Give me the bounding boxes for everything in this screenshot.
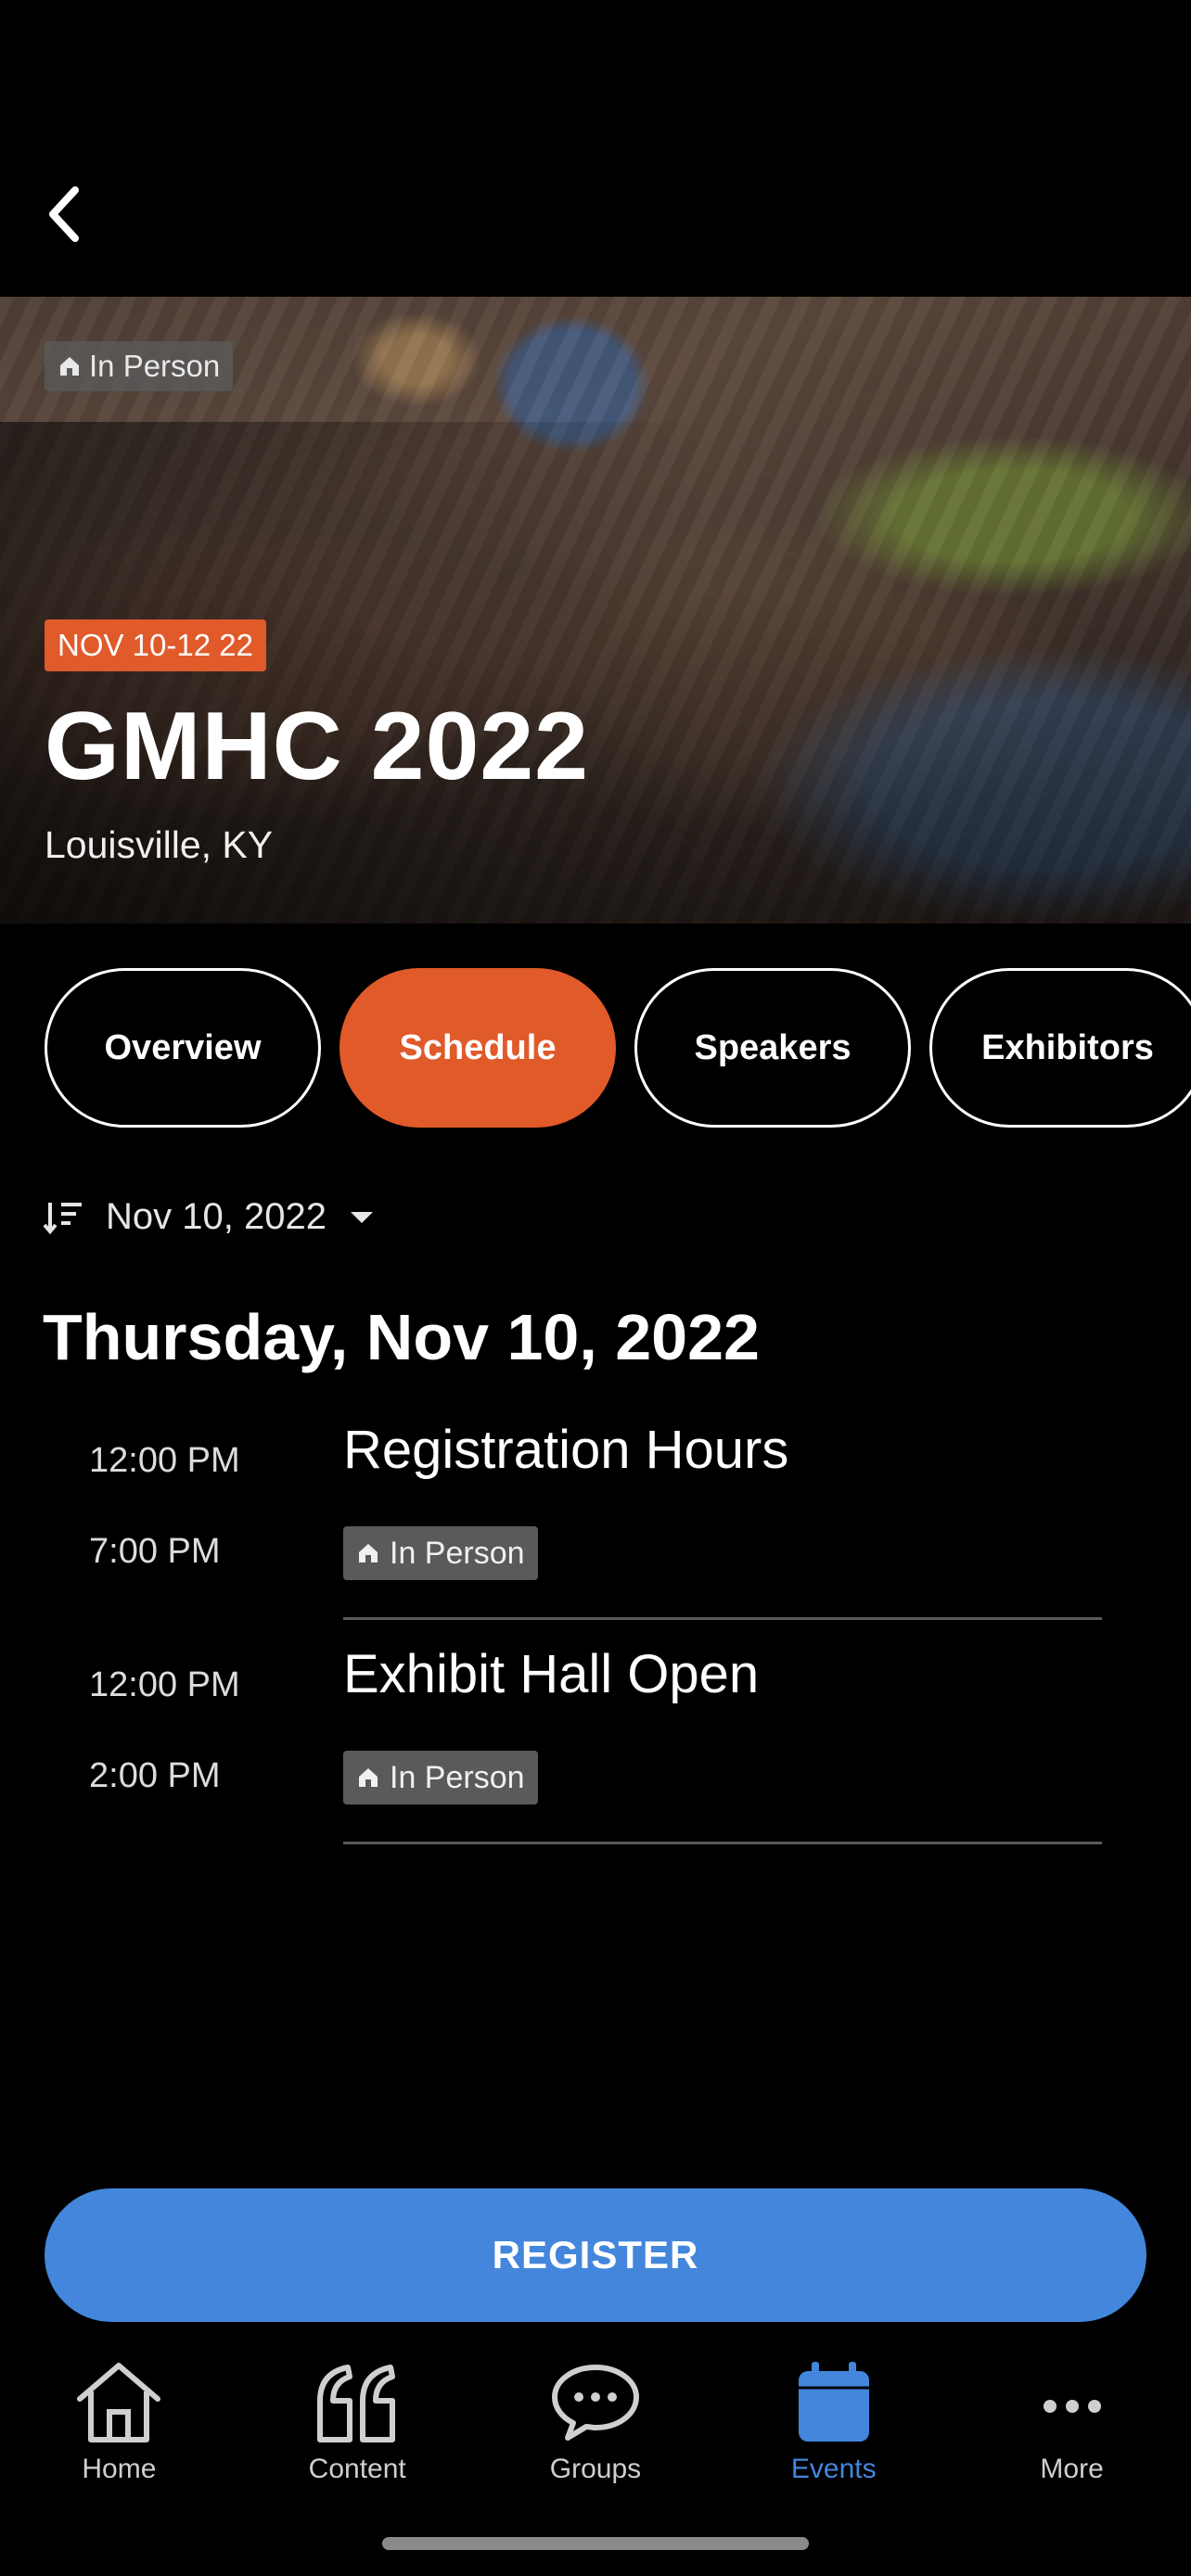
caret-down-icon — [349, 1210, 375, 1225]
event-location: Louisville, KY — [45, 823, 274, 866]
session-badge-label: In Person — [390, 1759, 525, 1795]
nav-home[interactable]: Home — [0, 2346, 238, 2494]
session-start-time: 12:00 PM — [89, 1665, 240, 1704]
nav-content-label: Content — [308, 2454, 406, 2484]
tab-overview[interactable]: Overview — [45, 968, 321, 1128]
in-person-badge: In Person — [45, 341, 234, 391]
bottom-nav: Home Content Groups Events More — [0, 2346, 1191, 2494]
more-icon — [1021, 2355, 1123, 2448]
chat-icon — [544, 2355, 647, 2448]
session-title: Exhibit Hall Open — [343, 1644, 760, 1704]
quote-icon — [306, 2355, 408, 2448]
session-item[interactable]: 12:00 PM 7:00 PM Registration Hours In P… — [0, 1419, 1191, 1643]
nav-events-label: Events — [790, 2454, 877, 2484]
session-list: 12:00 PM 7:00 PM Registration Hours In P… — [0, 1419, 1191, 1868]
nav-more-label: More — [1040, 2454, 1104, 2484]
nav-home-label: Home — [82, 2454, 157, 2484]
nav-groups[interactable]: Groups — [477, 2346, 715, 2494]
home-indicator[interactable] — [382, 2537, 809, 2550]
chevron-left-icon — [49, 186, 79, 242]
divider — [343, 1842, 1102, 1844]
session-start-time: 12:00 PM — [89, 1441, 240, 1480]
in-person-badge: In Person — [343, 1526, 538, 1580]
date-filter-dropdown[interactable]: Nov 10, 2022 — [43, 1196, 375, 1238]
back-button[interactable] — [37, 181, 93, 248]
register-button[interactable]: REGISTER — [45, 2188, 1146, 2322]
tab-schedule[interactable]: Schedule — [339, 968, 616, 1128]
nav-groups-label: Groups — [549, 2454, 642, 2484]
home-icon — [68, 2355, 170, 2448]
day-heading: Thursday, Nov 10, 2022 — [43, 1301, 760, 1373]
session-title: Registration Hours — [343, 1420, 789, 1480]
calendar-icon — [783, 2355, 885, 2448]
house-icon — [359, 1544, 378, 1562]
tab-exhibitors[interactable]: Exhibitors — [929, 968, 1191, 1128]
nav-more[interactable]: More — [953, 2346, 1191, 2494]
nav-content[interactable]: Content — [238, 2346, 477, 2494]
selected-date-label: Nov 10, 2022 — [106, 1196, 327, 1237]
house-icon — [60, 357, 79, 376]
session-badge-label: In Person — [390, 1535, 525, 1571]
in-person-badge-label: In Person — [89, 349, 221, 383]
event-tabs: Overview Schedule Speakers Exhibitors — [45, 968, 1191, 1128]
in-person-badge: In Person — [343, 1751, 538, 1804]
event-title: GMHC 2022 — [45, 693, 589, 800]
date-badge: NOV 10-12 22 — [45, 619, 266, 671]
sort-icon — [43, 1199, 83, 1236]
event-hero-image: In Person NOV 10-12 22 GMHC 2022 Louisvi… — [0, 297, 1191, 924]
tab-speakers[interactable]: Speakers — [634, 968, 911, 1128]
session-end-time: 7:00 PM — [89, 1532, 221, 1571]
nav-events[interactable]: Events — [714, 2346, 953, 2494]
house-icon — [359, 1768, 378, 1787]
divider — [343, 1617, 1102, 1620]
session-item[interactable]: 12:00 PM 2:00 PM Exhibit Hall Open In Pe… — [0, 1643, 1191, 1868]
session-end-time: 2:00 PM — [89, 1756, 221, 1795]
